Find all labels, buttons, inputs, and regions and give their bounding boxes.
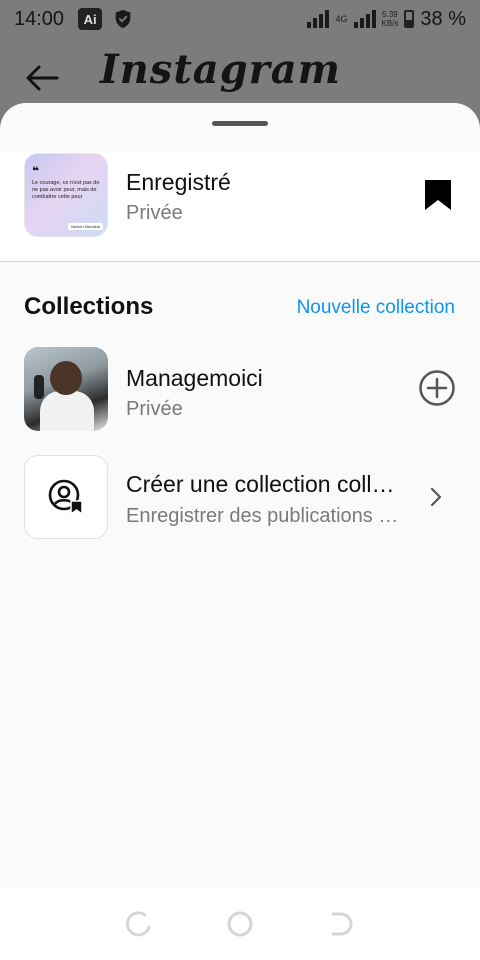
create-collection-title: Créer une collection coll… [126,471,395,497]
signal-icon [307,10,330,28]
status-time: 14:00 [14,7,65,30]
status-bar: 14:00 Ai 4G 5.39 KB/s 38 % [0,0,480,38]
saved-title: Enregistré [126,169,231,195]
bookmark-icon[interactable] [424,179,452,211]
collection-item-managemoici[interactable]: Managemoici Privée [0,347,480,433]
saved-thumbnail: ❝ Le courage, ce n'est pas de ne pas avo… [24,153,108,237]
thumbnail-mic [34,375,44,399]
home-icon[interactable] [225,909,255,939]
shield-icon [115,9,131,29]
add-circle-icon[interactable] [418,369,456,407]
signal-icon [353,10,376,28]
collections-heading: Collections [24,293,154,320]
collaborative-collection-thumbnail [24,455,108,539]
collection-title: Managemoici [126,365,263,391]
person-bookmark-icon [48,479,83,516]
system-nav-bar [0,888,480,960]
quote-icon: ❝ [32,164,40,178]
sheet-drag-handle[interactable] [212,121,268,126]
network-speed: 5.39 KB/s [381,10,399,28]
saved-subtitle: Privée [126,202,183,224]
ai-app-icon: Ai [78,8,103,30]
saved-row[interactable]: ❝ Le courage, ce n'est pas de ne pas avo… [0,151,480,261]
back-icon[interactable] [325,909,355,939]
instagram-logo: Instagram [100,46,341,93]
collection-thumbnail [24,347,108,431]
new-collection-button[interactable]: Nouvelle collection [297,297,455,319]
battery-percent: 38 % [420,7,466,30]
create-collection-subtitle: Enregistrer des publications … [126,505,399,527]
collection-subtitle: Privée [126,398,183,420]
thumbnail-person [40,391,94,431]
save-to-collection-sheet: ❝ Le courage, ce n'est pas de ne pas avo… [0,103,480,888]
thumbnail-quote: Le courage, ce n'est pas de ne pas avoir… [32,180,100,200]
recent-apps-icon[interactable] [125,909,155,939]
create-collaborative-collection[interactable]: Créer une collection coll… Enregistrer d… [0,455,480,541]
app-header: Instagram [0,38,480,108]
back-arrow-icon[interactable] [24,62,60,94]
thumbnail-author: Nelson Mandela [68,223,103,230]
thumbnail-person-head [50,361,82,395]
battery-icon [404,10,415,28]
divider [0,261,480,262]
chevron-right-icon[interactable] [428,485,444,509]
network-type: 4G [335,13,348,24]
